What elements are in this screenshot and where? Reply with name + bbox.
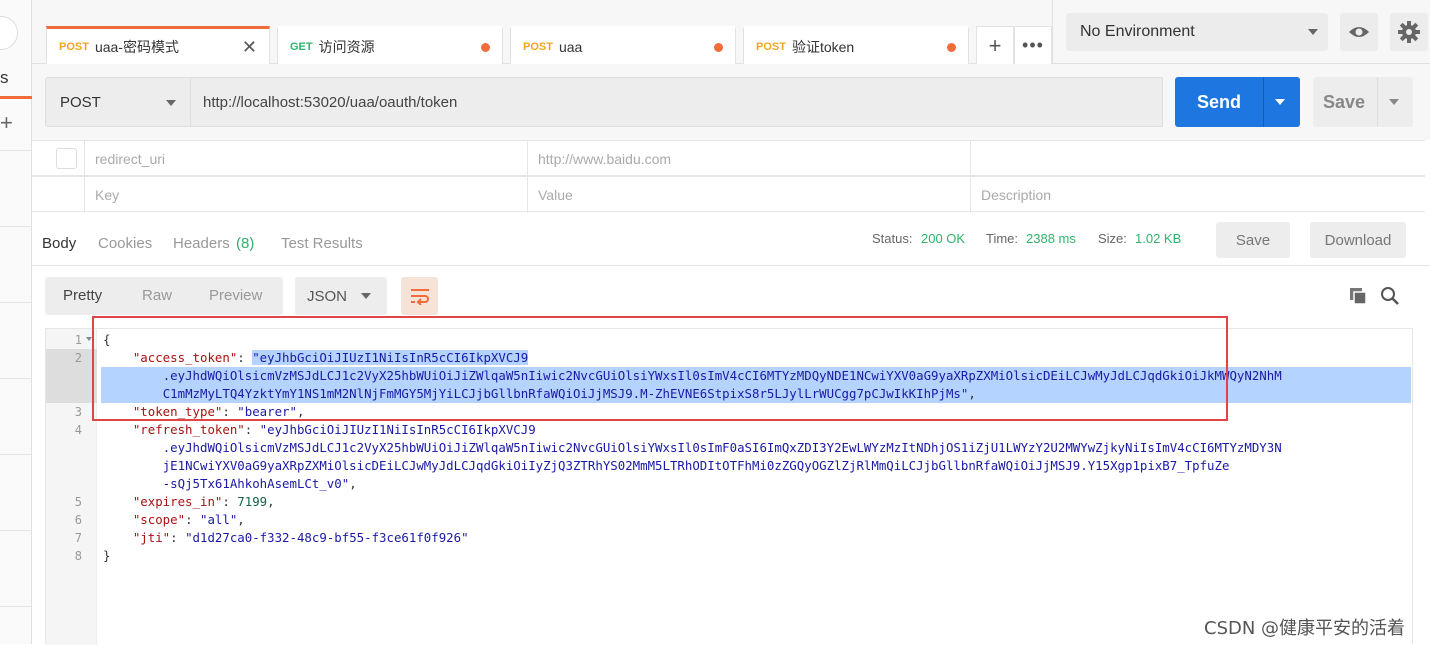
line-number: 3: [74, 405, 82, 419]
value-placeholder[interactable]: Value: [527, 177, 970, 213]
watermark: CSDN @健康平安的活着: [1204, 618, 1406, 639]
code-line: "refresh_token": "eyJhbGciOiJIUzI1NiIsIn…: [132, 422, 536, 437]
sidebar-active-indicator: [0, 96, 32, 99]
time-label: Time:: [986, 231, 1019, 246]
copy-icon[interactable]: [1349, 287, 1367, 308]
highlight-annotation-box: [92, 316, 1228, 421]
send-label: Send: [1197, 91, 1242, 112]
headers-count: (8): [236, 235, 255, 252]
wrap-lines-icon[interactable]: [401, 277, 438, 315]
tab-cookies[interactable]: Cookies: [98, 235, 152, 252]
line-number: 5: [74, 495, 82, 509]
code-line: -sQj5Tx61AhkohAsemLCt_v0",: [162, 476, 357, 491]
line-gutter: 1 2 2 3 4 5 6 7 8: [46, 329, 97, 645]
eye-icon[interactable]: [1340, 13, 1378, 51]
tab-title: uaa-密码模式: [94, 39, 179, 55]
environment-select[interactable]: No Environment: [1066, 13, 1328, 51]
view-raw[interactable]: Raw: [142, 287, 172, 304]
chevron-down-icon[interactable]: [1275, 99, 1285, 105]
code-line: "expires_in": 7199,: [132, 494, 275, 509]
format-value: JSON: [307, 287, 348, 305]
tab-method: POST: [523, 40, 553, 53]
line-number: 4: [74, 423, 82, 437]
method-value: POST: [60, 93, 101, 111]
chevron-down-icon: [1308, 29, 1318, 35]
save-response-button[interactable]: Save: [1216, 222, 1290, 258]
url-input[interactable]: http://localhost:53020/uaa/oauth/token: [191, 77, 1163, 127]
code-line: .eyJhdWQiOlsicmVzMSJdLCJ1c2VyX25hbWUiOiJ…: [162, 440, 1282, 455]
environment-selected: No Environment: [1080, 23, 1195, 40]
line-number: 7: [74, 531, 82, 545]
method-select[interactable]: POST: [45, 77, 191, 127]
tab-title: 访问资源: [318, 38, 375, 55]
time-value: 2388 ms: [1026, 231, 1076, 246]
sidebar-search-edge[interactable]: [0, 16, 18, 50]
tab-headers[interactable]: Headers: [173, 235, 230, 252]
line-number: 2: [74, 351, 82, 365]
description-placeholder[interactable]: Description: [970, 177, 1425, 213]
line-number: 6: [74, 513, 82, 527]
new-folder-icon[interactable]: +: [0, 112, 13, 134]
request-url-row: POST http://localhost:53020/uaa/oauth/to…: [32, 64, 1430, 140]
param-checkbox[interactable]: [56, 148, 77, 169]
close-icon[interactable]: ✕: [242, 37, 257, 58]
tab-test-results[interactable]: Test Results: [281, 235, 363, 252]
save-label: Save: [1323, 91, 1366, 112]
tab-title: 验证token: [791, 38, 855, 55]
unsaved-dot-icon: [714, 43, 723, 52]
view-bar: Pretty Raw Preview JSON: [32, 276, 1430, 316]
sidebar-tab-label[interactable]: s: [0, 68, 9, 88]
search-icon[interactable]: [1380, 286, 1400, 309]
gear-icon[interactable]: [1390, 13, 1428, 51]
download-button[interactable]: Download: [1310, 222, 1406, 258]
status-value: 200 OK: [921, 231, 966, 246]
sidebar-strip: s +: [0, 0, 32, 644]
tab-body[interactable]: Body: [42, 235, 76, 252]
chevron-down-icon: [166, 100, 176, 106]
size-value: 1.02 KB: [1135, 231, 1182, 246]
chevron-down-icon: [361, 293, 371, 299]
tab-method: POST: [59, 41, 89, 53]
code-line: }: [103, 548, 111, 563]
request-tab-4[interactable]: POST 验证token: [743, 26, 969, 64]
params-table: redirect_uri http://www.baidu.com Key Va…: [32, 140, 1425, 213]
request-tab-bar: POST uaa-密码模式 ✕ GET 访问资源 POST uaa POST 验…: [32, 0, 1052, 65]
tab-title: uaa: [558, 38, 583, 55]
status-label: Status:: [872, 231, 913, 246]
request-tab-3[interactable]: POST uaa: [510, 26, 736, 64]
param-row: redirect_uri http://www.baidu.com: [32, 140, 1425, 177]
format-select[interactable]: JSON: [295, 277, 387, 315]
key-placeholder[interactable]: Key: [84, 177, 527, 213]
chevron-down-icon[interactable]: [1389, 99, 1399, 105]
environment-bar: No Environment: [1052, 0, 1430, 64]
view-preview[interactable]: Preview: [209, 287, 262, 304]
line-number: 1: [74, 333, 82, 347]
code-line: jE1NCwiYXV0aG9yaXRpZXMiOlsicDEiLCJwMyJdL…: [162, 458, 1230, 473]
tab-method: POST: [756, 40, 786, 53]
unsaved-dot-icon: [947, 43, 956, 52]
tab-method: GET: [290, 40, 313, 53]
size-label: Size:: [1098, 231, 1127, 246]
param-description[interactable]: [970, 141, 1425, 177]
save-button[interactable]: Save: [1313, 77, 1413, 127]
param-value[interactable]: http://www.baidu.com: [527, 141, 970, 177]
response-tabs: Body Cookies Headers (8) Test Results St…: [32, 222, 1430, 266]
code-line: "jti": "d1d27ca0-f332-48c9-bf55-f3ce61f0…: [132, 530, 469, 545]
request-tab-1[interactable]: POST uaa-密码模式 ✕: [46, 26, 270, 65]
add-tab-icon[interactable]: +: [976, 26, 1014, 64]
view-pretty[interactable]: Pretty: [63, 287, 102, 304]
more-tabs-icon[interactable]: •••: [1014, 26, 1052, 64]
view-mode-group: Pretty Raw Preview: [45, 277, 283, 315]
request-tab-2[interactable]: GET 访问资源: [277, 26, 503, 64]
param-key[interactable]: redirect_uri: [84, 141, 527, 177]
send-button[interactable]: Send: [1175, 77, 1300, 127]
code-line: "scope": "all",: [132, 512, 245, 527]
line-number: 8: [74, 549, 82, 563]
unsaved-dot-icon: [481, 43, 490, 52]
param-row-new: Key Value Description: [32, 176, 1425, 213]
